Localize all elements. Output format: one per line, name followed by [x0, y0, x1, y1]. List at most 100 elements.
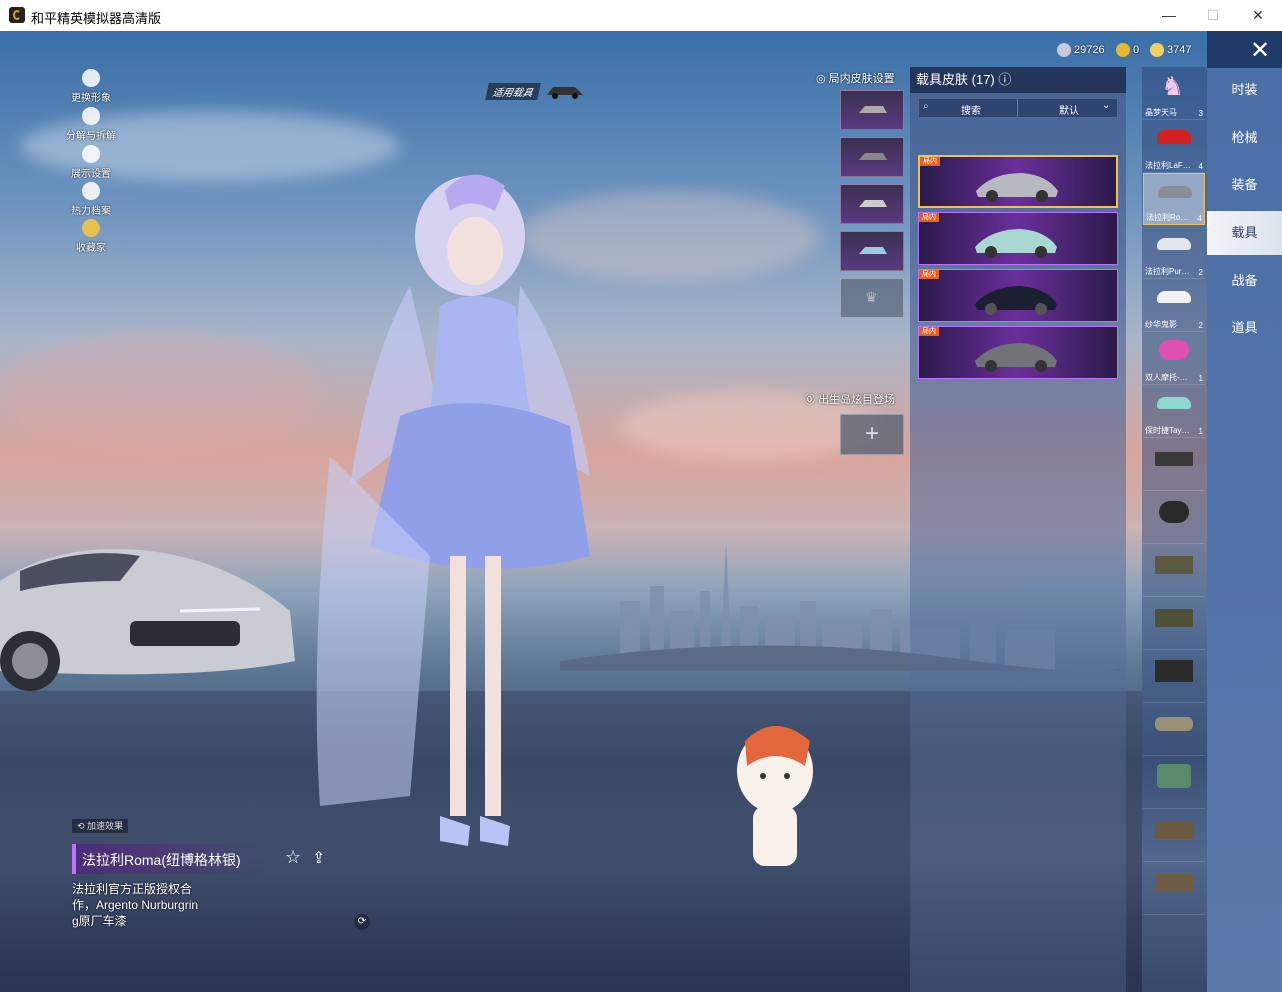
applicable-vehicle-label: 适用载具 — [485, 83, 541, 100]
decompose-button[interactable]: 分解与拆解 — [62, 107, 120, 142]
avatar-icon — [82, 69, 100, 87]
card-tag: 局内 — [919, 213, 939, 222]
change-appearance-button[interactable]: 更换形象 — [62, 69, 120, 104]
vehicle-label: 双人摩托-… — [1145, 373, 1188, 382]
eye-icon — [82, 145, 100, 163]
ingame-skin-slot-3[interactable] — [840, 184, 904, 224]
ingame-skin-settings-text: 局内皮肤设置 — [828, 73, 895, 85]
rotate-view-icon[interactable]: ⟳ — [354, 914, 370, 930]
search-icon: ⌕ — [923, 101, 929, 112]
maximize-button[interactable]: ☐ — [1190, 0, 1236, 31]
vehicle-item[interactable]: 纱华鬼影 2 — [1143, 279, 1205, 332]
tab-weapons[interactable]: 枪械 — [1207, 116, 1282, 160]
display-settings-button[interactable]: 展示设置 — [62, 145, 120, 180]
description-line: 法拉利官方正版授权合 — [72, 882, 193, 896]
menu-label: 热力档案 — [71, 206, 111, 217]
currency-value: 29726 — [1074, 43, 1105, 56]
close-window-button[interactable]: ✕ — [1235, 0, 1281, 31]
vehicle-item[interactable] — [1143, 438, 1205, 491]
favorite-star-icon[interactable]: ☆ — [285, 847, 301, 868]
ingame-skin-slot-empty[interactable]: ♛ — [840, 278, 904, 318]
vehicle-label: 法拉利Ro… — [1146, 213, 1189, 222]
vehicle-item[interactable] — [1143, 862, 1205, 915]
close-panel-button[interactable]: ✕ — [1207, 31, 1282, 68]
currency-silver: 29726 — [1057, 43, 1105, 57]
applicable-vehicle-tag[interactable]: 适用载具 — [485, 81, 587, 103]
ingame-skin-slot-2[interactable] — [840, 137, 904, 177]
car-skin-image — [976, 173, 1058, 202]
menu-label: 分解与拆解 — [66, 131, 116, 142]
monster-truck-icon — [1155, 660, 1193, 682]
boost-effect-tag[interactable]: ⟲ 加速效果 — [72, 819, 129, 833]
card-tag: 局内 — [919, 270, 939, 279]
menu-label: 展示设置 — [71, 169, 111, 180]
motorcycle-icon — [1159, 501, 1189, 523]
collector-badge-icon — [82, 219, 100, 237]
collector-button[interactable]: 收藏家 — [62, 219, 120, 254]
tab-equipment[interactable]: 装备 — [1207, 163, 1282, 207]
tab-battle-prep[interactable]: 战备 — [1207, 259, 1282, 303]
boost-tag-label: 加速效果 — [87, 821, 124, 831]
vehicle-item[interactable]: 保时捷Tay… 1 — [1143, 385, 1205, 438]
vehicle-skin-panel: 载具皮肤 (17) ⓘ ⌕ 搜索 默认 ⌄ 局内 局内 局内 局内 — [910, 67, 1126, 992]
token-icon — [1116, 43, 1130, 57]
skin-card-4[interactable]: 局内 — [918, 326, 1118, 379]
heat-archive-button[interactable]: 热力档案 — [62, 182, 120, 217]
skin-card-2[interactable]: 局内 — [918, 212, 1118, 265]
ferrari-roma-car-model — [0, 549, 295, 691]
vehicle-item-selected[interactable]: 法拉利Ro… 4 — [1143, 173, 1205, 225]
flame-icon — [82, 182, 100, 200]
vehicle-list: ♞ 晶梦天马 3 法拉利LaF… 4 法拉利Ro… 4 法拉利Pur… 2 纱华鬼影 2 双… — [1142, 67, 1207, 992]
vehicle-count: 3 — [1198, 109, 1203, 118]
menu-label: 更换形象 — [71, 93, 111, 104]
description-line: 作，Argento Nurburgrin — [72, 898, 199, 912]
car-icon — [1157, 291, 1191, 303]
app-icon — [9, 7, 25, 23]
sort-dropdown[interactable]: 默认 — [1059, 102, 1079, 117]
close-icon: ✕ — [1250, 37, 1271, 64]
skin-card-3[interactable]: 局内 — [918, 269, 1118, 322]
tab-items[interactable]: 道具 — [1207, 306, 1282, 350]
vehicle-item[interactable]: 法拉利Pur… 2 — [1143, 226, 1205, 279]
tab-vehicles[interactable]: 载具 — [1207, 211, 1282, 255]
tab-fashion[interactable]: 时装 — [1207, 68, 1282, 112]
vehicle-item[interactable] — [1143, 809, 1205, 862]
coupon-icon — [1150, 43, 1164, 57]
ingame-skin-slot-4[interactable] — [840, 231, 904, 271]
card-tag: 局内 — [920, 157, 940, 166]
window-titlebar: 和平精英模拟器高清版 — ☐ ✕ — [0, 0, 1282, 32]
vehicle-item[interactable] — [1143, 756, 1205, 809]
spawn-island-label: ⓪ 出生岛炫目登场 — [804, 394, 896, 406]
vehicle-item[interactable] — [1143, 597, 1205, 650]
currency-coupon: 3747 — [1150, 43, 1191, 57]
vehicle-item[interactable] — [1143, 650, 1205, 703]
vehicle-thumb-icon — [547, 87, 583, 99]
search-input[interactable]: 搜索 — [961, 102, 981, 117]
minimize-button[interactable]: — — [1146, 0, 1192, 31]
vehicle-item[interactable] — [1143, 703, 1205, 756]
vehicle-item[interactable] — [1143, 544, 1205, 597]
share-icon[interactable]: ⇪ — [312, 848, 325, 868]
car-thumb-icon — [859, 106, 887, 113]
ingame-skin-slot-1[interactable] — [840, 90, 904, 130]
jeep-icon — [1155, 556, 1193, 574]
game-viewport: 更换形象 分解与拆解 展示设置 热力档案 收藏家 适用载具 ◎ 局内皮肤设置 ♛… — [0, 31, 1282, 992]
vehicle-item[interactable]: 双人摩托-… 1 — [1143, 332, 1205, 385]
sedan-icon — [1155, 717, 1193, 731]
description-line: g原厂车漆 — [72, 914, 127, 928]
spawn-island-text: 出生岛炫目登场 — [818, 394, 896, 406]
car-icon — [1157, 130, 1191, 144]
vehicle-item[interactable] — [1143, 491, 1205, 544]
vehicle-label: 晶梦天马 — [1145, 108, 1177, 117]
help-icon[interactable]: ⓘ — [998, 72, 1011, 87]
jeep-icon — [1155, 609, 1193, 627]
pet-companion — [737, 726, 813, 866]
skin-panel-title: 载具皮肤 (17) — [916, 72, 995, 87]
spawn-add-button[interactable]: + — [840, 414, 904, 455]
skin-panel-header: 载具皮肤 (17) ⓘ — [910, 67, 1126, 93]
vehicle-item[interactable]: 法拉利LaF… 4 — [1143, 120, 1205, 173]
car-skin-image — [975, 286, 1057, 315]
car-thumb-icon — [859, 200, 887, 207]
skin-card-1[interactable]: 局内 — [918, 155, 1118, 208]
vehicle-item[interactable]: ♞ 晶梦天马 3 — [1143, 67, 1205, 120]
